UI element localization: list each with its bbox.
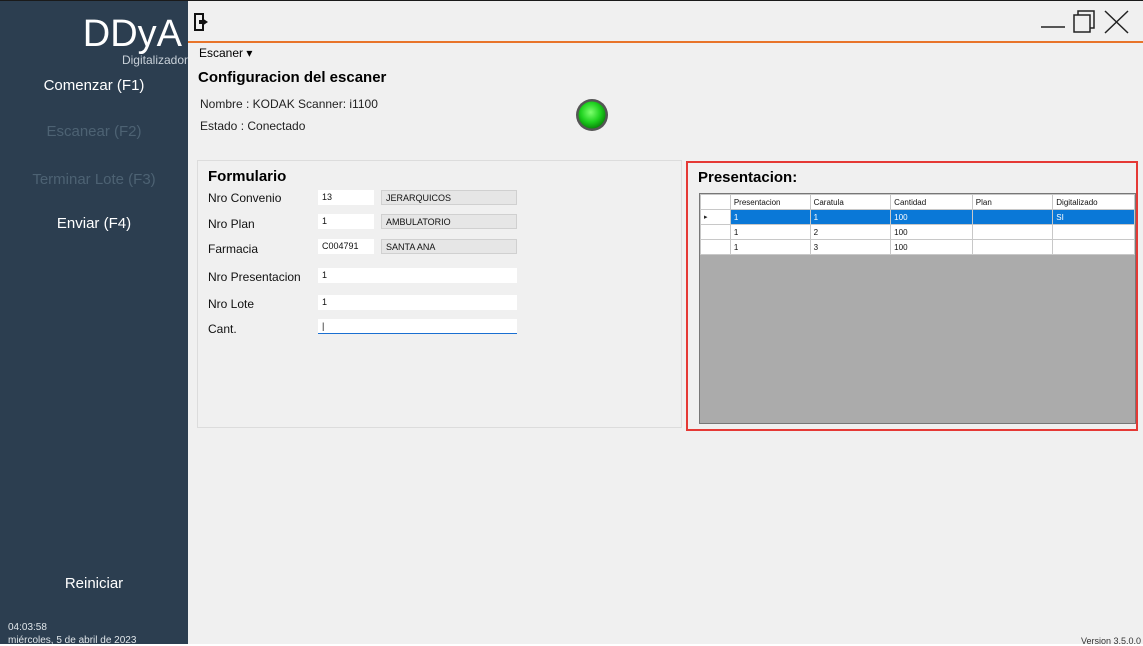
table-cell[interactable]	[971, 209, 1054, 225]
table-cell[interactable]	[1052, 224, 1135, 240]
comenzar-button[interactable]: Comenzar (F1)	[0, 77, 188, 94]
close-icon[interactable]	[1102, 9, 1130, 35]
row-selector[interactable]	[700, 224, 731, 240]
cant-label: Cant.	[208, 322, 237, 336]
exit-icon[interactable]	[192, 11, 214, 33]
row-header-corner[interactable]	[700, 194, 731, 210]
table-cell[interactable]: 100	[890, 224, 973, 240]
clock-date: miércoles, 5 de abril de 2023	[8, 635, 137, 646]
terminar-lote-button[interactable]: Terminar Lote (F3)	[0, 171, 188, 188]
menu-escaner[interactable]: Escaner ▾	[199, 46, 252, 60]
column-header-cantidad[interactable]: Cantidad	[890, 194, 973, 210]
table-cell[interactable]: 1	[729, 209, 811, 225]
presentacion-table: Presentacion Caratula Cantidad Plan Digi…	[700, 194, 1135, 255]
row-selector-icon[interactable]: ▸	[700, 209, 731, 225]
plan-desc-field: AMBULATORIO	[381, 214, 517, 229]
table-cell[interactable]	[971, 224, 1054, 240]
enviar-button[interactable]: Enviar (F4)	[0, 215, 188, 232]
cant-input[interactable]: |	[318, 319, 517, 334]
lote-label: Nro Lote	[208, 297, 255, 311]
escanear-button[interactable]: Escanear (F2)	[0, 123, 188, 140]
convenio-code-input[interactable]: 13	[318, 190, 374, 205]
table-cell[interactable]: SI	[1052, 209, 1135, 225]
presentacion-label: Nro Presentacion	[208, 270, 301, 284]
formulario-panel: Formulario Nro Convenio 13 JERARQUICOS N…	[197, 160, 682, 428]
form-title: Formulario	[208, 168, 287, 185]
table-cell[interactable]: 100	[890, 209, 973, 225]
table-cell[interactable]	[1052, 239, 1135, 255]
presentacion-panel: Presentacion: Presentacion Caratula Cant…	[686, 161, 1138, 431]
app-subtitle: Digitalizador	[121, 53, 188, 67]
config-title: Configuracion del escaner	[198, 69, 387, 86]
row-selector[interactable]	[700, 239, 731, 255]
table-cell[interactable]	[971, 239, 1054, 255]
convenio-desc-field: JERARQUICOS	[381, 190, 517, 205]
table-cell[interactable]: 2	[809, 224, 892, 240]
sidebar: DDyA Digitalizador Comenzar (F1) Escanea…	[0, 0, 188, 646]
table-cell[interactable]: 3	[809, 239, 892, 255]
table-cell[interactable]: 1	[809, 209, 892, 225]
main-area: Escaner ▾ Configuracion del escaner Nomb…	[188, 0, 1143, 646]
lote-input[interactable]: 1	[318, 295, 517, 310]
minimize-icon[interactable]	[1039, 9, 1067, 35]
table-row[interactable]: 1 3 100	[700, 239, 1135, 255]
convenio-label: Nro Convenio	[208, 191, 282, 205]
farmacia-code-input[interactable]: C004791	[318, 239, 374, 254]
presentacion-grid[interactable]: Presentacion Caratula Cantidad Plan Digi…	[699, 193, 1136, 424]
presentacion-input[interactable]: 1	[318, 268, 517, 283]
plan-code-input[interactable]: 1	[318, 214, 374, 229]
reiniciar-button[interactable]: Reiniciar	[0, 575, 188, 592]
status-indicator-icon	[576, 99, 608, 131]
title-bar	[188, 1, 1143, 43]
app-logo: DDyA	[82, 13, 182, 55]
table-cell[interactable]: 1	[729, 224, 811, 240]
column-header-digitalizado[interactable]: Digitalizado	[1052, 194, 1135, 210]
table-cell[interactable]: 100	[890, 239, 973, 255]
table-row[interactable]: 1 2 100	[700, 224, 1135, 240]
maximize-icon[interactable]	[1068, 9, 1096, 35]
column-header-caratula[interactable]: Caratula	[809, 194, 892, 210]
column-header-presentacion[interactable]: Presentacion	[729, 194, 811, 210]
presentacion-title: Presentacion:	[698, 169, 798, 186]
scanner-name: Nombre : KODAK Scanner: i1100	[200, 97, 378, 111]
table-cell[interactable]: 1	[729, 239, 811, 255]
plan-label: Nro Plan	[208, 217, 255, 231]
scanner-status: Estado : Conectado	[200, 119, 306, 133]
column-header-plan[interactable]: Plan	[971, 194, 1054, 210]
clock-time: 04:03:58	[8, 622, 47, 633]
farmacia-desc-field: SANTA ANA	[381, 239, 517, 254]
version-label: Version 3.5.0.0	[1080, 636, 1141, 646]
table-row[interactable]: ▸ 1 1 100 SI	[700, 209, 1135, 225]
table-header-row: Presentacion Caratula Cantidad Plan Digi…	[700, 194, 1135, 210]
farmacia-label: Farmacia	[208, 242, 259, 256]
